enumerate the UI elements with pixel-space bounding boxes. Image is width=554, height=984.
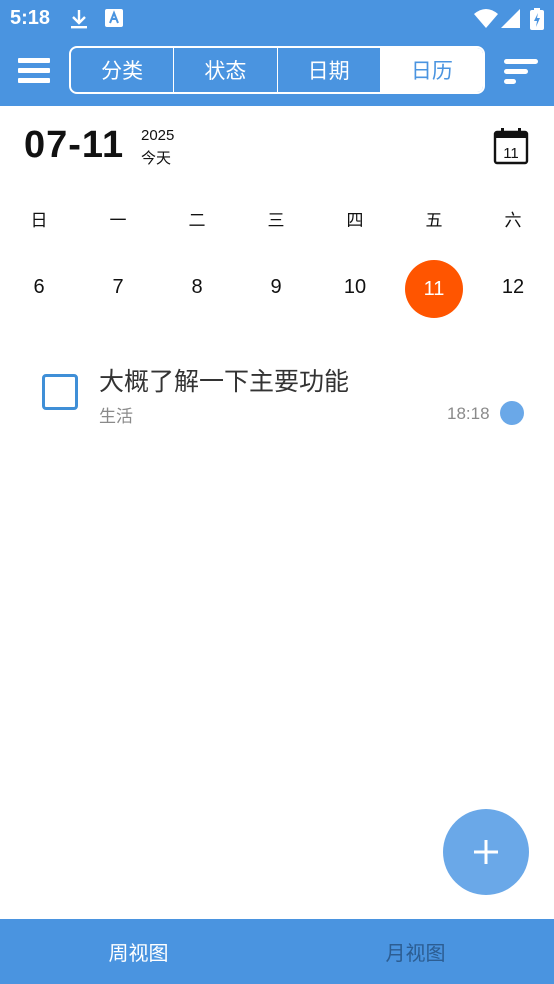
- view-tabs: 分类 状态 日期 日历: [69, 46, 485, 94]
- hamburger-icon[interactable]: [16, 54, 54, 88]
- weekday-label: 一: [109, 211, 127, 231]
- current-date: 07-11: [24, 124, 125, 166]
- status-bar: 5:18: [0, 0, 554, 38]
- day-cell-selected[interactable]: 11: [405, 260, 463, 318]
- status-time: 5:18: [10, 7, 51, 29]
- weekday-header: 日 一 二 三 四 五 六: [0, 204, 554, 232]
- day-cell[interactable]: 7: [88, 276, 148, 299]
- task-color-dot: [500, 401, 524, 425]
- tab-date[interactable]: 日期: [278, 48, 381, 92]
- day-cell[interactable]: 9: [246, 276, 306, 299]
- app-bar: 分类 状态 日期 日历: [0, 44, 554, 100]
- task-checkbox[interactable]: [42, 374, 78, 410]
- week-days: 6 7 8 9 10 11 12: [0, 258, 554, 320]
- plus-icon: [474, 840, 498, 864]
- weekday-label: 四: [346, 211, 364, 231]
- tab-week-view[interactable]: 周视图: [0, 919, 277, 984]
- tab-status[interactable]: 状态: [174, 48, 278, 92]
- task-item[interactable]: 大概了解一下主要功能 生活 18:18: [0, 350, 554, 440]
- wifi-icon: [474, 8, 498, 34]
- weekday-label: 三: [267, 211, 285, 231]
- tab-category[interactable]: 分类: [71, 48, 175, 92]
- weekday-label: 日: [30, 211, 48, 231]
- day-cell[interactable]: 10: [325, 276, 385, 299]
- sort-lines-icon[interactable]: [500, 54, 540, 88]
- tab-calendar[interactable]: 日历: [380, 48, 483, 92]
- battery-icon: [530, 8, 544, 34]
- day-cell[interactable]: 8: [167, 276, 227, 299]
- current-year: 2025: [141, 127, 175, 144]
- add-task-button[interactable]: [443, 809, 529, 895]
- calendar-icon[interactable]: 11: [493, 127, 529, 165]
- weekday-label: 二: [188, 211, 206, 231]
- calendar-icon-day: 11: [503, 145, 519, 162]
- task-title: 大概了解一下主要功能: [99, 367, 350, 396]
- task-time: 18:18: [447, 404, 490, 423]
- bottom-nav: 周视图 月视图: [0, 919, 554, 984]
- task-category: 生活: [99, 407, 133, 427]
- signal-icon: [500, 8, 522, 34]
- a-badge-icon: [104, 8, 124, 32]
- weekday-label: 六: [504, 211, 522, 231]
- day-cell[interactable]: 6: [9, 276, 69, 299]
- weekday-label: 五: [425, 211, 443, 231]
- download-icon: [68, 8, 90, 34]
- top-bar: 5:18 分类 状态 日期 日历: [0, 0, 554, 106]
- tab-month-view[interactable]: 月视图: [277, 919, 554, 984]
- today-label: 今天: [141, 149, 172, 167]
- day-cell[interactable]: 12: [483, 276, 543, 299]
